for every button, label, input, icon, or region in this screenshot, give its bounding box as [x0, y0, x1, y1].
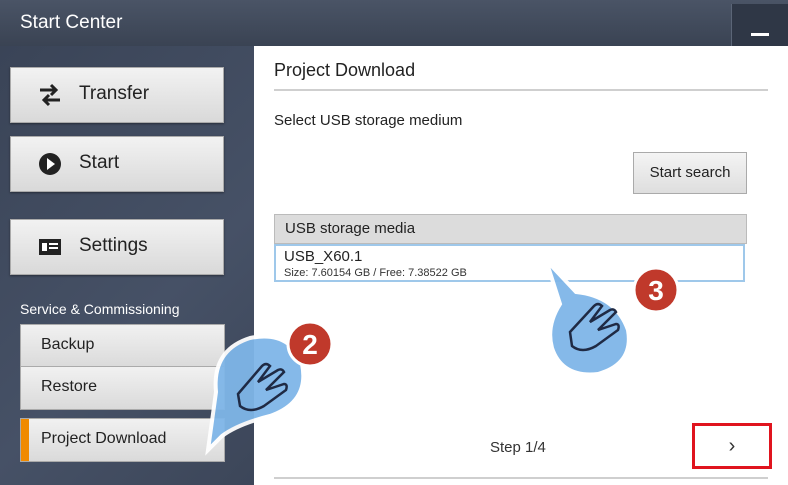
minimize-icon [751, 33, 769, 36]
usb-item-name: USB_X60.1 [284, 248, 363, 265]
usb-item-details: Size: 7.60154 GB / Free: 7.38522 GB [284, 267, 467, 279]
usb-list-header-label: USB storage media [285, 220, 416, 237]
minimize-button[interactable] [731, 4, 788, 46]
tap-hand-icon: 3 [544, 258, 680, 377]
window-title: Start Center [20, 12, 123, 33]
start-label: Start [79, 152, 120, 173]
transfer-button[interactable]: Transfer [10, 67, 224, 123]
project-download-button[interactable]: Project Download [20, 418, 225, 462]
start-search-button[interactable]: Start search [633, 152, 747, 194]
play-icon [39, 153, 61, 175]
step-indicator: Step 1/4 [490, 439, 546, 456]
bottom-divider [274, 477, 768, 479]
settings-icon [39, 239, 61, 255]
title-bar: Start Center [0, 0, 788, 46]
tap-hand-icon: 2 [205, 320, 334, 456]
callout-3-number: 3 [648, 275, 664, 306]
section-label: Service & Commissioning [20, 301, 180, 317]
project-download-label: Project Download [41, 430, 167, 447]
backup-button[interactable]: Backup [20, 324, 225, 368]
usb-list-header: USB storage media [274, 214, 747, 244]
next-button[interactable]: › [692, 423, 772, 469]
settings-label: Settings [79, 235, 148, 256]
settings-button[interactable]: Settings [10, 219, 224, 275]
start-button[interactable]: Start [10, 136, 224, 192]
title-divider [274, 89, 768, 91]
active-indicator [21, 419, 29, 461]
transfer-icon [40, 83, 60, 107]
restore-button[interactable]: Restore [20, 366, 225, 410]
restore-label: Restore [41, 378, 98, 395]
callout-2-number: 2 [302, 329, 318, 360]
transfer-label: Transfer [79, 83, 150, 104]
section-subtitle: Select USB storage medium [274, 112, 463, 129]
backup-label: Backup [41, 336, 95, 353]
page-title: Project Download [274, 60, 416, 80]
